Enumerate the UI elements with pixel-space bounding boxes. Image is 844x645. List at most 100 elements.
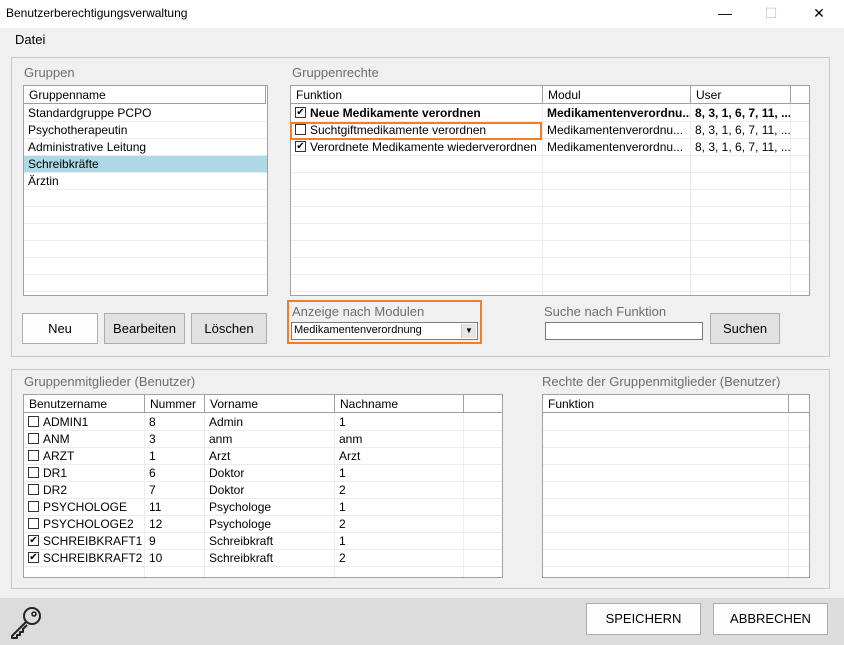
checkbox-checked[interactable]: ✔ <box>28 535 39 547</box>
group-rights-label: Gruppenrechte <box>292 65 379 80</box>
group-rights-table[interactable]: Funktion Modul User ✔ Neue Medikamente ve… <box>290 85 810 296</box>
group-name: Administrative Leitung <box>28 140 147 154</box>
table-row <box>543 533 809 550</box>
table-row[interactable]: ADMIN1 8 Admin 1 <box>24 414 502 431</box>
username: PSYCHOLOGE2 <box>43 517 134 531</box>
number-cell: 8 <box>145 414 205 431</box>
new-group-button[interactable]: Neu <box>22 313 98 344</box>
table-row <box>291 275 809 292</box>
table-row <box>543 431 809 448</box>
table-row[interactable]: ✔ SCHREIBKRAFT2 10 Schreibkraft 2 <box>24 550 502 567</box>
window-title: Benutzerberechtigungsverwaltung <box>6 6 188 20</box>
module-filter-label: Anzeige nach Modulen <box>292 304 425 319</box>
module-cell: Medikamentenverordnu... <box>543 139 691 156</box>
minimize-button[interactable]: — <box>702 0 748 28</box>
function-name: Neue Medikamente verordnen <box>310 106 481 120</box>
column-header-module[interactable]: Modul <box>543 86 691 104</box>
table-row[interactable]: PSYCHOLOGE 11 Psychologe 1 <box>24 499 502 516</box>
lastname-cell: 2 <box>335 482 464 499</box>
checkbox-checked[interactable]: ✔ <box>295 107 306 119</box>
table-row[interactable]: PSYCHOLOGE2 12 Psychologe 2 <box>24 516 502 533</box>
username-cell: ✔ SCHREIBKRAFT2 <box>24 550 145 567</box>
table-row <box>543 516 809 533</box>
column-header-function[interactable]: Funktion <box>291 86 543 104</box>
username-cell: ANM <box>24 431 145 448</box>
group-name: Ärztin <box>28 174 59 188</box>
highlight-frame <box>290 122 542 140</box>
username: SCHREIBKRAFT1 <box>43 534 143 548</box>
chevron-down-icon[interactable]: ▼ <box>461 324 476 338</box>
delete-group-button[interactable]: Löschen <box>191 313 267 344</box>
members-table[interactable]: Benutzername Nummer Vorname Nachname ADM… <box>23 394 503 578</box>
table-row <box>543 465 809 482</box>
column-header-user[interactable]: User <box>691 86 791 104</box>
module-filter-select[interactable]: Medikamentenverordnung ▼ <box>291 322 478 340</box>
table-row[interactable]: ✔ SCHREIBKRAFT1 9 Schreibkraft 1 <box>24 533 502 550</box>
member-rights-label: Rechte der Gruppenmitglieder (Benutzer) <box>542 374 781 389</box>
table-row <box>291 224 809 241</box>
table-row[interactable]: ✔ Verordnete Medikamente wiederverordnen M… <box>291 139 809 156</box>
group-name: Standardgruppe PCPO <box>28 106 152 120</box>
members-label: Gruppenmitglieder (Benutzer) <box>24 374 196 389</box>
column-header-number[interactable]: Nummer <box>145 395 205 413</box>
checkbox-checked[interactable]: ✔ <box>295 141 306 153</box>
user-cell: 8, 3, 1, 6, 7, 11, ... <box>691 139 791 156</box>
table-row <box>543 499 809 516</box>
table-row[interactable]: DR1 6 Doktor 1 <box>24 465 502 482</box>
list-item[interactable]: Standardgruppe PCPO <box>24 105 267 122</box>
list-item[interactable]: Ärztin <box>24 173 267 190</box>
list-item[interactable]: Psychotherapeutin <box>24 122 267 139</box>
list-item <box>24 224 267 241</box>
table-row <box>291 258 809 275</box>
list-item <box>24 258 267 275</box>
checkbox-unchecked[interactable] <box>28 467 39 479</box>
lastname-cell: 1 <box>335 499 464 516</box>
close-button[interactable]: ✕ <box>796 0 842 28</box>
checkbox-checked[interactable]: ✔ <box>28 552 39 564</box>
table-row <box>543 482 809 499</box>
table-row <box>291 173 809 190</box>
table-row <box>543 567 809 577</box>
table-row[interactable]: DR2 7 Doktor 2 <box>24 482 502 499</box>
column-header-member-function[interactable]: Funktion <box>543 395 789 413</box>
checkbox-unchecked[interactable] <box>28 484 39 496</box>
list-item <box>24 241 267 258</box>
search-button[interactable]: Suchen <box>710 313 780 344</box>
table-row[interactable]: ANM 3 anm anm <box>24 431 502 448</box>
groups-list[interactable]: Gruppenname Standardgruppe PCPO Psychothe… <box>23 85 268 296</box>
menu-file[interactable]: Datei <box>15 32 45 47</box>
cancel-button[interactable]: ABBRECHEN <box>713 603 828 635</box>
number-cell: 10 <box>145 550 205 567</box>
table-row <box>543 448 809 465</box>
list-item-selected[interactable]: Schreibkräfte <box>24 156 267 173</box>
checkbox-unchecked[interactable] <box>28 433 39 445</box>
function-search-input[interactable] <box>545 322 703 340</box>
column-header-username[interactable]: Benutzername <box>24 395 145 413</box>
number-cell: 1 <box>145 448 205 465</box>
module-cell: Medikamentenverordnu... <box>543 105 691 122</box>
column-header-firstname[interactable]: Vorname <box>205 395 335 413</box>
checkbox-unchecked[interactable] <box>28 416 39 428</box>
save-button[interactable]: SPEICHERN <box>586 603 701 635</box>
groups-header[interactable]: Gruppenname <box>24 86 266 104</box>
username-cell: ✔ SCHREIBKRAFT1 <box>24 533 145 550</box>
member-rights-table[interactable]: Funktion <box>542 394 810 578</box>
table-row[interactable]: ✔ Neue Medikamente verordnen Medikamentenv… <box>291 105 809 122</box>
module-cell: Medikamentenverordnu... <box>543 122 691 139</box>
username: DR2 <box>43 483 68 497</box>
groups-label: Gruppen <box>24 65 75 80</box>
lastname-cell: anm <box>335 431 464 448</box>
maximize-button[interactable]: ☐ <box>748 0 794 28</box>
list-item[interactable]: Administrative Leitung <box>24 139 267 156</box>
table-row <box>543 414 809 431</box>
list-item <box>24 207 267 224</box>
checkbox-unchecked[interactable] <box>28 501 39 513</box>
checkbox-unchecked[interactable] <box>28 450 39 462</box>
column-header-lastname[interactable]: Nachname <box>335 395 464 413</box>
username-cell: PSYCHOLOGE2 <box>24 516 145 533</box>
checkbox-unchecked[interactable] <box>28 518 39 530</box>
column-header-filler <box>464 395 502 413</box>
table-row[interactable]: ARZT 1 Arzt Arzt <box>24 448 502 465</box>
edit-group-button[interactable]: Bearbeiten <box>104 313 185 344</box>
firstname-cell: Arzt <box>205 448 335 465</box>
